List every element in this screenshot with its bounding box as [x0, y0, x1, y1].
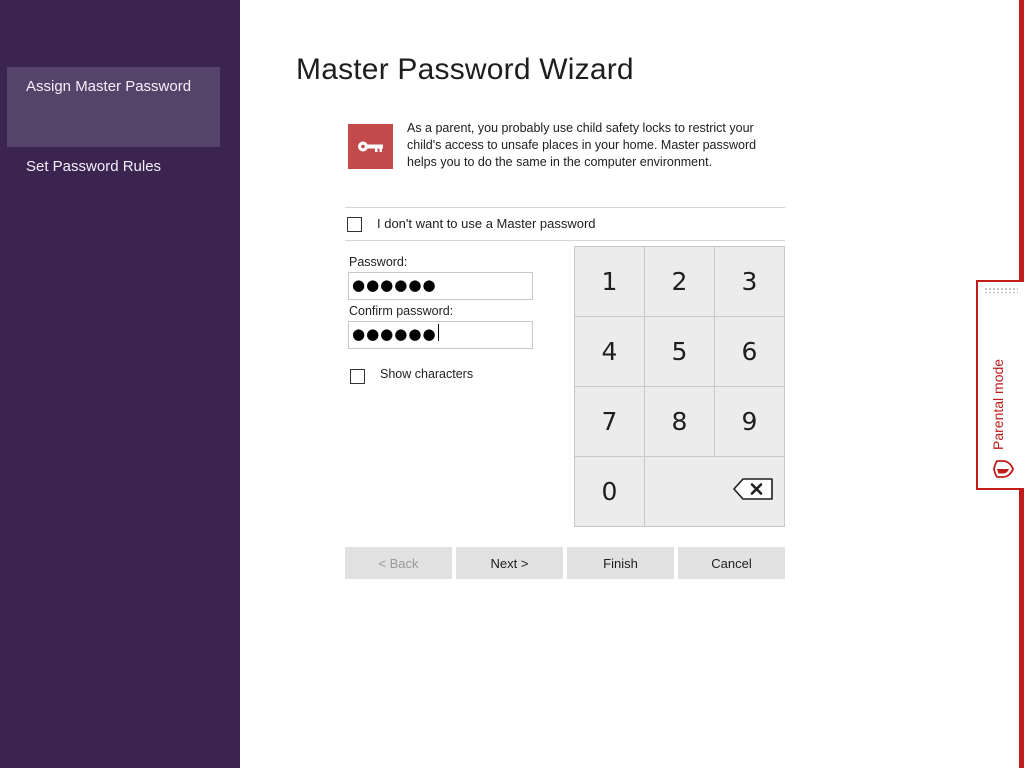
cancel-button[interactable]: Cancel	[678, 547, 785, 579]
divider	[345, 207, 785, 208]
confirm-password-field[interactable]: ●●●●●●	[348, 321, 533, 349]
confirm-password-label: Confirm password:	[349, 304, 454, 318]
keypad-key-0[interactable]: 0	[575, 457, 644, 526]
sidebar: Assign Master Password Set Password Rule…	[0, 0, 240, 768]
divider	[345, 240, 785, 241]
keypad-key-9[interactable]: 9	[715, 387, 784, 456]
keypad-key-6[interactable]: 6	[715, 317, 784, 386]
confirm-password-value: ●●●●●●	[352, 325, 437, 343]
sidebar-item-set-password-rules[interactable]: Set Password Rules	[7, 147, 220, 227]
backspace-key[interactable]	[645, 457, 784, 526]
grip-dots	[984, 287, 1018, 293]
back-button[interactable]: < Back	[345, 547, 452, 579]
finish-button[interactable]: Finish	[567, 547, 674, 579]
parental-mode-tab[interactable]: Parental mode	[976, 280, 1024, 490]
keypad-key-3[interactable]: 3	[715, 247, 784, 316]
key-icon	[348, 124, 393, 169]
keypad-key-4[interactable]: 4	[575, 317, 644, 386]
password-field[interactable]: ●●●●●●	[348, 272, 533, 300]
parental-mode-label: Parental mode	[990, 358, 1006, 450]
keypad-key-1[interactable]: 1	[575, 247, 644, 316]
intro-text: As a parent, you probably use child safe…	[407, 121, 757, 169]
finish-button-label: Finish	[603, 555, 638, 571]
keypad-key-7[interactable]: 7	[575, 387, 644, 456]
backspace-icon	[732, 477, 774, 507]
show-characters-checkbox[interactable]	[350, 369, 365, 384]
keypad-key-5[interactable]: 5	[645, 317, 714, 386]
next-button[interactable]: Next >	[456, 547, 563, 579]
sidebar-item-assign-master-password[interactable]: Assign Master Password	[7, 67, 220, 147]
keypad-key-8[interactable]: 8	[645, 387, 714, 456]
keypad-key-2[interactable]: 2	[645, 247, 714, 316]
sidebar-item-label: Assign Master Password	[26, 78, 192, 95]
password-value: ●●●●●●	[352, 276, 437, 294]
no-master-password-label: I don't want to use a Master password	[377, 216, 596, 231]
show-characters-label: Show characters	[380, 367, 474, 381]
next-button-label: Next >	[490, 555, 529, 571]
shield-icon	[992, 458, 1014, 480]
sidebar-item-label: Set Password Rules	[26, 158, 162, 175]
numeric-keypad: 1 2 3 4 5 6 7 8 9 0	[574, 246, 785, 527]
password-label: Password:	[349, 255, 408, 269]
no-master-password-checkbox[interactable]	[347, 217, 362, 232]
text-caret	[437, 324, 439, 341]
page-title: Master Password Wizard	[296, 53, 634, 86]
